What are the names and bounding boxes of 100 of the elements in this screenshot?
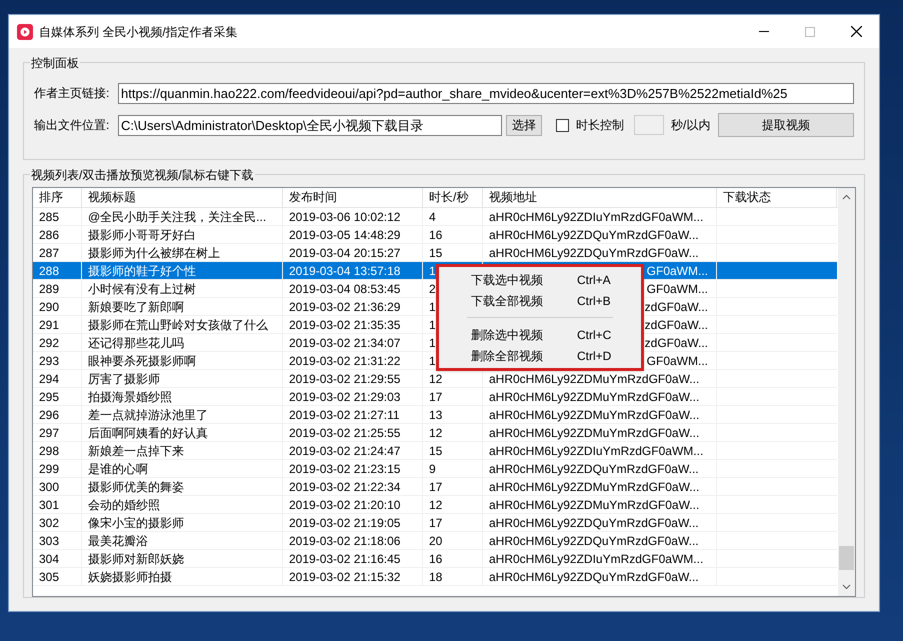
fetch-button[interactable]: 提取视频: [718, 113, 854, 137]
table-cell-text: 12: [429, 496, 442, 514]
table-cell-text: 1: [429, 298, 436, 316]
group-title: 视频列表/双击播放预览视频/鼠标右键下载: [30, 166, 255, 184]
table-cell-text: 291: [39, 316, 60, 334]
table-cell-text: GF0aWM...: [646, 262, 708, 280]
table-cell-text: 15: [429, 442, 442, 460]
table-cell-text: 2019-03-02 21:31:22: [289, 352, 400, 370]
table-cell-text: 2019-03-02 21:19:05: [289, 514, 400, 532]
table-cell-text: 289: [39, 280, 60, 298]
field-label: 作者主页链接:: [34, 85, 110, 102]
table-cell-text: 18: [429, 568, 442, 586]
table-cell-text: 295: [39, 388, 60, 406]
table-row[interactable]: 304 摄影师对新郎妖娆 2019-03-02 21:16:45 16 aHR0cHM6Ly92ZDIuYmRzdGF0aWM...: [33, 550, 837, 568]
table-cell-text: 2019-03-02 21:34:07: [289, 334, 400, 352]
table-cell-text: 最美花瓣浴: [88, 532, 148, 550]
table-cell-text: 2019-03-05 14:48:29: [289, 226, 400, 244]
table-row[interactable]: 302 像宋小宝的摄影师 2019-03-02 21:19:05 17 aHR0cHM6Ly92ZDQuYmRzdGF0aW...: [33, 514, 837, 532]
path-field[interactable]: C:\Users\Administrator\Desktop\全民小视频下载目录: [118, 114, 502, 136]
table-row[interactable]: 296 差一点就掉游泳池里了 2019-03-02 21:27:11 13 aHR0cHM6Ly92ZDMuYmRzdGF0aW...: [33, 406, 837, 424]
table-cell-text: 还记得那些花儿吗: [88, 334, 184, 352]
table-cell-text: 285: [39, 208, 60, 226]
table-cell-text: 2019-03-02 21:23:15: [289, 460, 400, 478]
table-cell-text: 是谁的心啊: [88, 460, 148, 478]
table-cell-text: 303: [39, 532, 60, 550]
table-cell-text: 2019-03-02 21:16:45: [289, 550, 400, 568]
table-cell-text: 2: [429, 280, 436, 298]
table-cell-text: 2019-03-06 10:02:12: [289, 208, 400, 226]
scrollbar[interactable]: [838, 188, 855, 596]
table-cell-text: zdGF0aW...: [644, 316, 708, 334]
table-row[interactable]: 299 是谁的心啊 2019-03-02 21:23:15 9 aHR0cHM6Ly92ZDQuYmRzdGF0aW...: [33, 460, 837, 478]
table-cell-text: zdGF0aW...: [644, 334, 708, 352]
table-cell-text: 摄影师小哥哥牙好白: [88, 226, 196, 244]
table-cell-text: aHR0cHM6Ly92ZDMuYmRzdGF0aW...: [489, 424, 700, 442]
table-cell-text: aHR0cHM6Ly92ZDIuYmRzdGF0aWM...: [489, 442, 704, 460]
window-title: 自媒体系列 全民小视频/指定作者采集: [39, 24, 238, 40]
table-row[interactable]: 286 摄影师小哥哥牙好白 2019-03-05 14:48:29 16 aHR0cHM6Ly92ZDQuYmRzdGF0aW...: [33, 226, 837, 244]
table-cell-text: 299: [39, 460, 60, 478]
table-cell-text: 12: [429, 370, 442, 388]
table-cell-text: @全民小助手关注我，关注全民...: [88, 208, 266, 226]
table-cell-text: aHR0cHM6Ly92ZDIuYmRzdGF0aWM...: [489, 550, 704, 568]
table-row[interactable]: 300 摄影师优美的舞姿 2019-03-02 21:22:34 17 aHR0cHM6Ly92ZDMuYmRzdGF0aW...: [33, 478, 837, 496]
scroll-up-icon[interactable]: [842, 194, 851, 200]
column-header[interactable]: 发布时间: [283, 188, 423, 207]
table-cell-text: aHR0cHM6Ly92ZDMuYmRzdGF0aW...: [489, 478, 700, 496]
table-cell-text: 2019-03-02 21:15:32: [289, 568, 400, 586]
table-cell-text: 2019-03-04 20:15:27: [289, 244, 400, 262]
table-row[interactable]: 301 会动的婚纱照 2019-03-02 21:20:10 12 aHR0cHM6Ly92ZDMuYmRzdGF0aW...: [33, 496, 837, 514]
checkbox[interactable]: [556, 118, 569, 132]
browse-button[interactable]: 选择: [506, 114, 542, 136]
table-cell-text: 297: [39, 424, 60, 442]
checkbox-label: 时长控制: [576, 117, 624, 134]
table-cell-text: 304: [39, 550, 60, 568]
table-cell-text: aHR0cHM6Ly92ZDQuYmRzdGF0aW...: [489, 568, 699, 586]
table-row[interactable]: 303 最美花瓣浴 2019-03-02 21:18:06 20 aHR0cHM6Ly92ZDQuYmRzdGF0aW...: [33, 532, 837, 550]
table-cell-text: 9: [429, 460, 436, 478]
table-row[interactable]: 285 @全民小助手关注我，关注全民... 2019-03-06 10:02:12 4 aHR0cHM6Ly92ZDIuYmRzdGF0aWM...: [33, 208, 837, 226]
table-row[interactable]: 305 妖娆摄影师拍摄 2019-03-02 21:15:32 18 aHR0cHM6Ly92ZDQuYmRzdGF0aW...: [33, 568, 837, 586]
field-label: 秒/以内: [671, 117, 710, 134]
table-cell-text: 300: [39, 478, 60, 496]
table-cell-text: 13: [429, 406, 442, 424]
column-header[interactable]: 排序: [33, 188, 82, 207]
table-cell-text: 15: [429, 244, 442, 262]
table-cell-text: 2019-03-02 21:18:06: [289, 532, 400, 550]
table-cell-text: 新娘差一点掉下来: [88, 442, 184, 460]
scroll-down-icon[interactable]: [842, 584, 851, 590]
table-cell-text: 妖娆摄影师拍摄: [88, 568, 172, 586]
table-row[interactable]: 298 新娘差一点掉下来 2019-03-02 21:24:47 15 aHR0cHM6Ly92ZDIuYmRzdGF0aWM...: [33, 442, 837, 460]
table-cell-text: aHR0cHM6Ly92ZDQuYmRzdGF0aW...: [489, 514, 699, 532]
table-cell-text: 眼神要杀死摄影师啊: [88, 352, 196, 370]
table-cell-text: 17: [429, 388, 442, 406]
group-title: 控制面板: [30, 54, 80, 72]
table-cell-text: 296: [39, 406, 60, 424]
url-field[interactable]: https://quanmin.hao222.com/feedvideoui/api?pd=author_share_mvideo&ucenter=ext%3D%257B%2522metiaId%25: [118, 82, 854, 104]
table-cell-text: 2019-03-02 21:35:35: [289, 316, 400, 334]
table-cell-text: 2019-03-04 13:57:18: [289, 262, 400, 280]
column-header[interactable]: 下载状态: [717, 188, 837, 207]
table-cell-text: aHR0cHM6Ly92ZDIuYmRzdGF0aWM...: [489, 208, 704, 226]
table-row[interactable]: 297 后面啊阿姨看的好认真 2019-03-02 21:25:55 12 aHR0cHM6Ly92ZDMuYmRzdGF0aW...: [33, 424, 837, 442]
table-cell-text: 小时候有没有上过树: [88, 280, 196, 298]
table-cell-text: 301: [39, 496, 60, 514]
scroll-thumb[interactable]: [839, 546, 854, 570]
table-cell-text: 12: [429, 424, 442, 442]
table-cell-text: 293: [39, 352, 60, 370]
table-cell-text: 摄影师对新郎妖娆: [88, 550, 184, 568]
table-cell-text: 290: [39, 298, 60, 316]
column-header[interactable]: 视频标题: [82, 188, 283, 207]
table-cell-text: aHR0cHM6Ly92ZDMuYmRzdGF0aW...: [489, 496, 700, 514]
table-cell-text: 摄影师优美的舞姿: [88, 478, 184, 496]
table-cell-text: 2019-03-02 21:20:10: [289, 496, 400, 514]
column-header[interactable]: 视频地址: [483, 188, 717, 207]
table-cell-text: aHR0cHM6Ly92ZDMuYmRzdGF0aW...: [489, 388, 700, 406]
table-cell-text: aHR0cHM6Ly92ZDMuYmRzdGF0aW...: [489, 406, 700, 424]
table-cell-text: 2019-03-02 21:29:03: [289, 388, 400, 406]
table-cell-text: 2019-03-02 21:36:29: [289, 298, 400, 316]
close-icon: [850, 26, 862, 37]
table-cell-text: 4: [429, 208, 436, 226]
table-row[interactable]: 295 拍摄海景婚纱照 2019-03-02 21:29:03 17 aHR0cHM6Ly92ZDMuYmRzdGF0aW...: [33, 388, 837, 406]
column-header[interactable]: 时长/秒: [423, 188, 483, 207]
field-label: 输出文件位置:: [34, 117, 110, 134]
